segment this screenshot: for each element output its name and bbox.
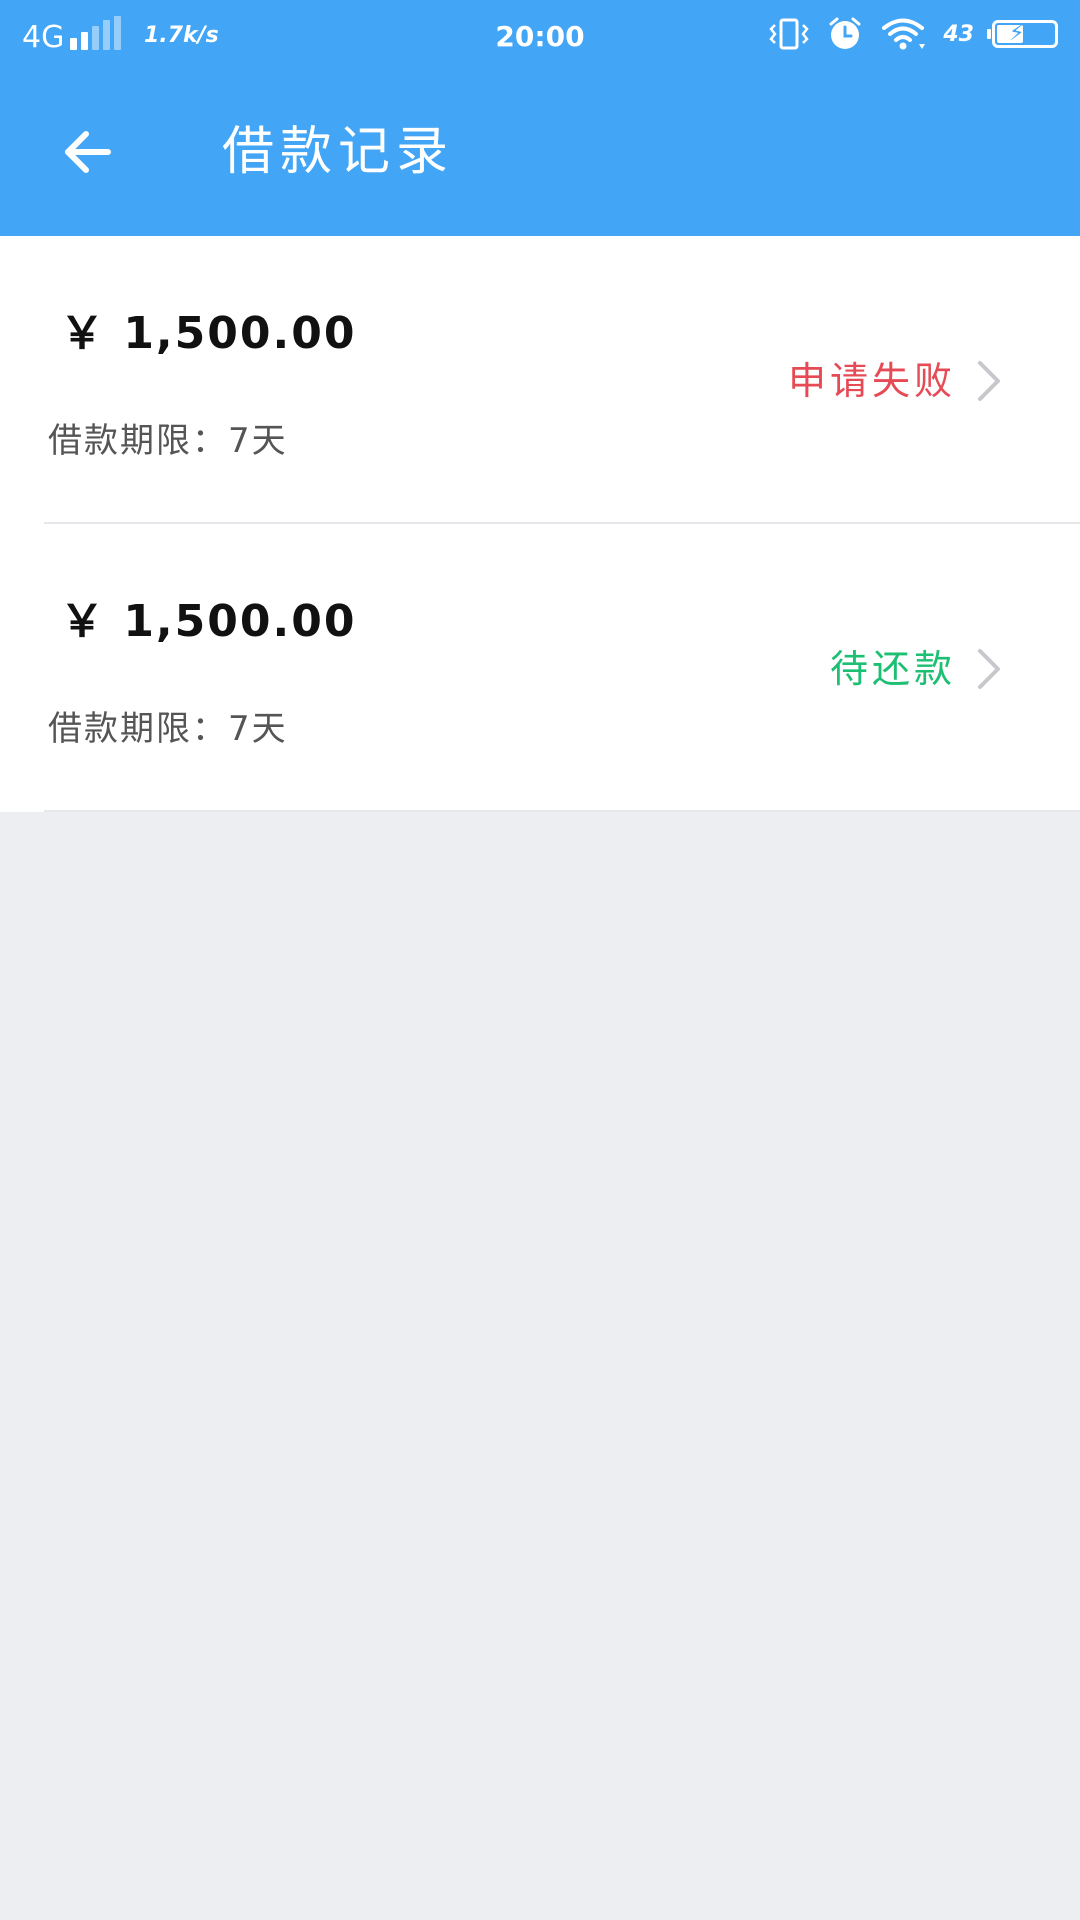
- charging-icon: ⚡: [1009, 21, 1025, 46]
- loan-amount: ￥ 1,500.00: [60, 308, 357, 359]
- vibrate-icon: [769, 18, 810, 50]
- divider: [44, 810, 1080, 812]
- arrow-left-icon: [65, 131, 111, 173]
- battery-icon: ⚡: [987, 20, 1058, 48]
- battery-percentage: 43: [943, 21, 974, 47]
- loan-status-text: 申请失败: [787, 359, 956, 403]
- app-header-bar: 4G 1.7k/s 20:00 43 ⚡ 借款记录: [0, 0, 1080, 236]
- loan-amount: ￥ 1,500.00: [60, 596, 357, 647]
- loan-record-list: ￥ 1,500.00 借款期限：7天 申请失败 ￥ 1,500.00 借款期限：…: [0, 236, 1080, 812]
- loan-term: 借款期限：7天: [48, 421, 288, 461]
- loan-record-item[interactable]: ￥ 1,500.00 借款期限：7天 待还款: [0, 524, 1080, 812]
- page-title: 借款记录: [222, 122, 455, 182]
- loan-status-text: 待还款: [829, 647, 956, 691]
- wifi-icon: [882, 18, 926, 50]
- status-bar: 4G 1.7k/s 20:00 43 ⚡: [0, 0, 1080, 70]
- header: 借款记录: [0, 90, 1080, 220]
- loan-term: 借款期限：7天: [48, 709, 288, 749]
- loan-status: 申请失败: [788, 358, 1004, 404]
- alarm-icon: [829, 17, 861, 49]
- loan-record-item[interactable]: ￥ 1,500.00 借款期限：7天 申请失败: [0, 236, 1080, 524]
- loan-status: 待还款: [830, 646, 1004, 692]
- status-icons: 43 ⚡: [769, 16, 1058, 52]
- chevron-right-icon: [978, 361, 1000, 401]
- back-button[interactable]: [48, 112, 128, 192]
- chevron-right-icon: [978, 649, 1000, 689]
